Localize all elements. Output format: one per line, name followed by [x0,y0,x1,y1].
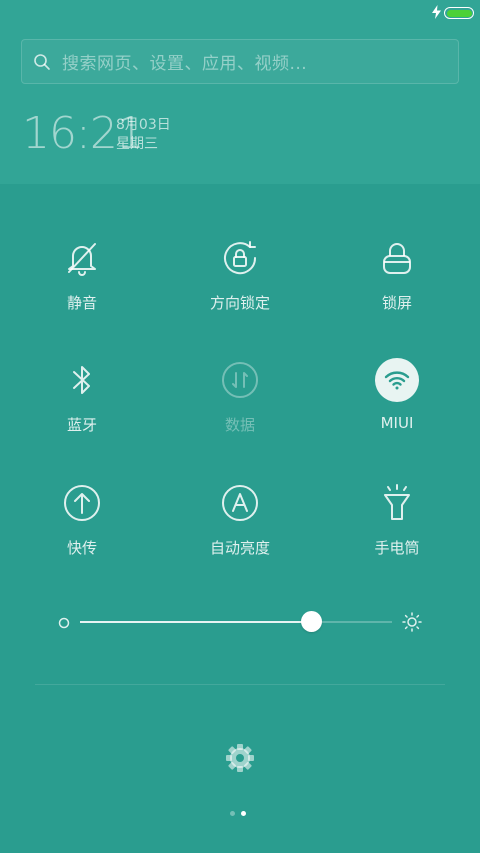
flashlight-icon [375,481,419,525]
brightness-thumb[interactable] [300,611,322,632]
rotation-lock-icon [218,236,262,280]
search-icon [22,53,62,71]
lock-icon [375,236,419,280]
tile-auto-brightness[interactable]: 自动亮度 [180,481,300,571]
bluetooth-icon [60,358,104,402]
tile-label: 蓝牙 [66,416,97,434]
tile-label: 自动亮度 [209,539,270,557]
date-block[interactable]: 8月03日 星期三 [116,116,171,154]
tile-lock-screen[interactable]: 锁屏 [337,236,457,326]
wifi-icon [375,358,419,402]
tile-label: 方向锁定 [209,294,270,312]
tile-flashlight[interactable]: 手电筒 [337,481,457,571]
mobile-data-icon [218,358,262,402]
page-dot[interactable] [230,811,235,816]
brightness-high-icon [402,612,422,636]
charging-icon [432,4,441,23]
tile-bluetooth[interactable]: 蓝牙 [22,358,142,448]
bell-off-icon [60,236,104,280]
brightness-low-icon [57,615,71,634]
tile-wifi[interactable]: MIUI [337,358,457,448]
status-bar [432,4,474,23]
divider [35,684,445,685]
page-indicator [230,811,246,816]
brightness-fill [80,621,311,623]
date-text: 8月03日 [116,117,171,133]
battery-icon [444,7,474,19]
auto-brightness-icon [218,481,262,525]
tile-label: 数据 [224,416,255,434]
share-upload-icon [60,481,104,525]
tile-label: 锁屏 [381,294,412,312]
tile-label: 手电筒 [374,539,420,557]
tile-label: 静音 [66,294,97,312]
tile-mobile-data[interactable]: 数据 [180,358,300,448]
settings-gear-icon[interactable] [223,741,257,775]
tile-label: 快传 [66,539,97,557]
brightness-track[interactable] [80,621,392,623]
search-placeholder: 搜索网页、设置、应用、视频... [62,54,308,74]
tile-silent[interactable]: 静音 [22,236,142,326]
search-bar[interactable]: 搜索网页、设置、应用、视频... [21,39,459,84]
page-dot-active[interactable] [241,811,246,816]
tile-label: MIUI [380,414,414,432]
weekday-text: 星期三 [116,136,158,152]
tile-rotation-lock[interactable]: 方向锁定 [180,236,300,326]
tile-quick-share[interactable]: 快传 [22,481,142,571]
brightness-slider[interactable] [57,606,427,638]
